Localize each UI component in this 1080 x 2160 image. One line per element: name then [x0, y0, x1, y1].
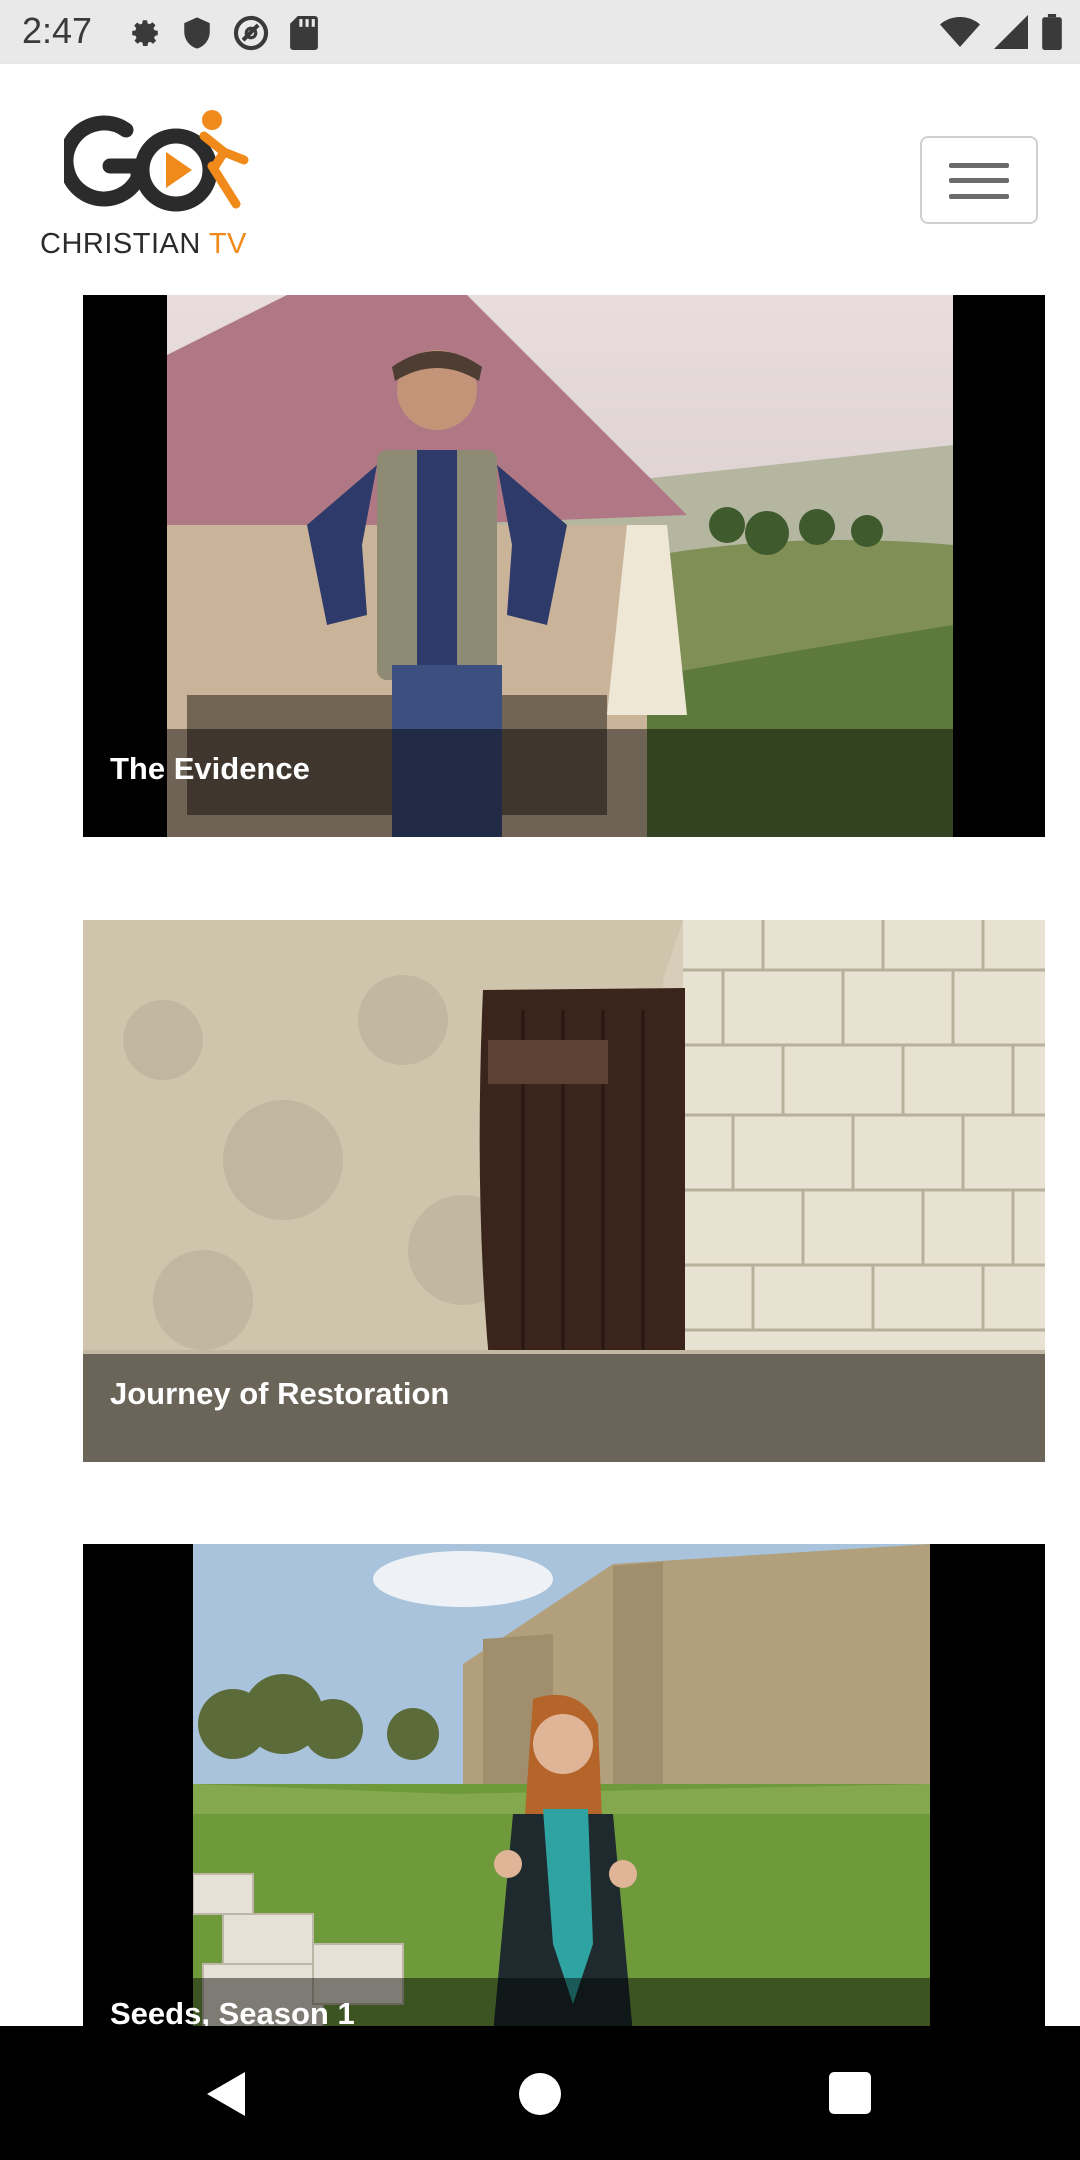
app-header: CHRISTIAN TV: [0, 64, 1080, 286]
recents-icon[interactable]: [829, 2072, 871, 2114]
go-christian-tv-logo[interactable]: CHRISTIAN TV: [40, 108, 260, 260]
show-title: The Evidence: [110, 751, 310, 786]
logo-caption: CHRISTIAN TV: [40, 228, 247, 261]
status-bar: 2:47: [0, 0, 1080, 64]
shield-icon: [182, 16, 212, 55]
show-feed: The Evidence Journey of Restoration Seed…: [0, 286, 1080, 2026]
back-icon[interactable]: [205, 2070, 247, 2123]
show-title: Seeds, Season 1: [110, 1996, 355, 2026]
home-icon[interactable]: [519, 2073, 561, 2115]
show-card-the-evidence[interactable]: The Evidence: [83, 295, 1045, 837]
logo-mark: [64, 110, 249, 212]
show-card-seeds-season-1[interactable]: Seeds, Season 1: [83, 1544, 1045, 2026]
wifi-icon: [940, 15, 980, 54]
logo-caption-main: CHRISTIAN: [40, 228, 201, 260]
cell-signal-icon: [994, 15, 1028, 54]
system-navigation-bar: [0, 2026, 1080, 2160]
show-title: Journey of Restoration: [110, 1376, 450, 1411]
gear-icon: [128, 16, 162, 55]
battery-icon: [1042, 14, 1062, 55]
show-card-journey-of-restoration[interactable]: Journey of Restoration: [83, 920, 1045, 1462]
thumbnail-seeds-season-1: [193, 1544, 930, 2026]
sd-card-icon: [290, 16, 318, 55]
status-icons-right: [940, 14, 1062, 55]
hamburger-menu-button[interactable]: [920, 136, 1038, 224]
status-icons-left: [128, 14, 318, 57]
no-sync-icon: [232, 14, 270, 57]
logo-caption-accent: TV: [208, 228, 247, 260]
status-time: 2:47: [22, 10, 93, 51]
